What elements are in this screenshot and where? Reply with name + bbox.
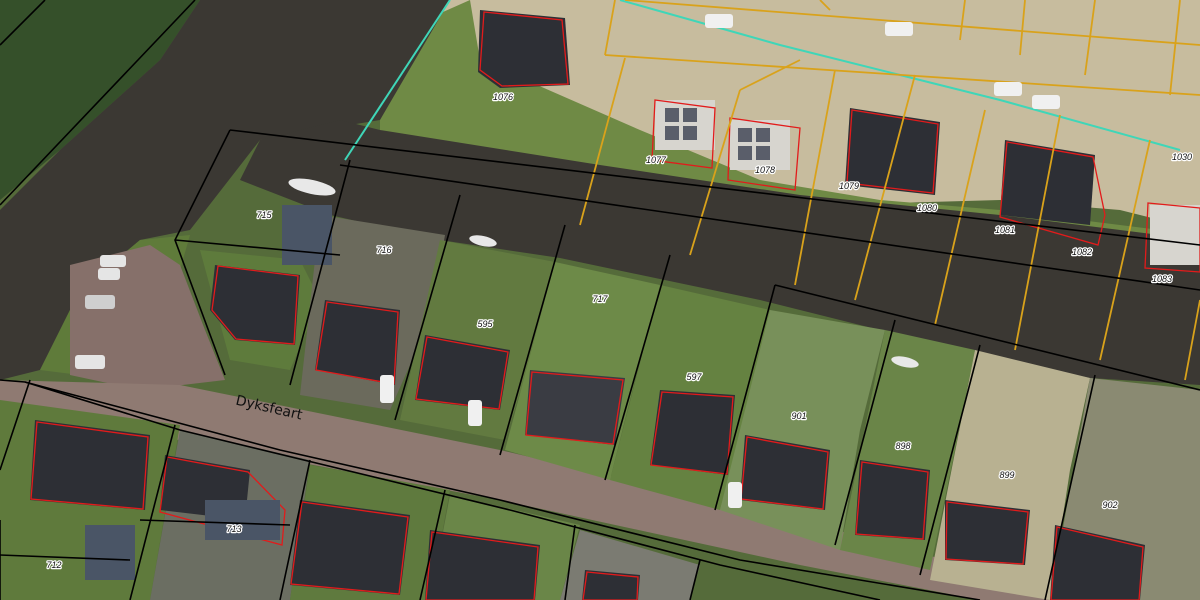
building-597 — [650, 390, 735, 475]
parcel-label-715: 715 — [256, 210, 272, 220]
parcel-label-595: 595 — [477, 319, 493, 329]
parcel-label-1030: 1030 — [1172, 152, 1192, 162]
parcel-label-1083: 1083 — [1152, 274, 1172, 284]
aerial-parcel-map[interactable]: 715 716 595 717 597 901 898 899 902 712 … — [0, 0, 1200, 600]
building-1076 — [478, 10, 570, 88]
parcel-label-717: 717 — [592, 294, 608, 304]
parcel-label-902: 902 — [1102, 500, 1117, 510]
parcel-label-597: 597 — [686, 372, 702, 382]
parcel-label-1082: 1082 — [1072, 247, 1092, 257]
parcel-label-1076: 1076 — [493, 92, 513, 102]
parcel-label-901: 901 — [791, 411, 806, 421]
building-712 — [30, 420, 150, 510]
parcel-label-712: 712 — [46, 560, 61, 570]
building-1083 — [1150, 205, 1200, 265]
parcel-label-1081: 1081 — [995, 225, 1015, 235]
map-canvas: 715 716 595 717 597 901 898 899 902 712 … — [0, 0, 1200, 600]
parcel-label-713: 713 — [226, 524, 241, 534]
parcel-label-1080: 1080 — [917, 203, 937, 213]
building-1078 — [730, 120, 790, 170]
solar-panels-713 — [205, 500, 280, 540]
building-1077 — [655, 100, 715, 150]
parcel-label-1077: 1077 — [646, 155, 667, 165]
building-717 — [525, 370, 625, 445]
building-899 — [945, 500, 1030, 565]
parcel-label-899: 899 — [999, 470, 1014, 480]
parcel-label-716: 716 — [376, 245, 391, 255]
building-898 — [855, 460, 930, 540]
solar-panels-712 — [85, 525, 135, 580]
parcel-label-898: 898 — [895, 441, 910, 451]
building-1079-1080 — [845, 108, 940, 195]
parcel-label-1078: 1078 — [755, 165, 775, 175]
parcel-label-1079: 1079 — [839, 181, 859, 191]
